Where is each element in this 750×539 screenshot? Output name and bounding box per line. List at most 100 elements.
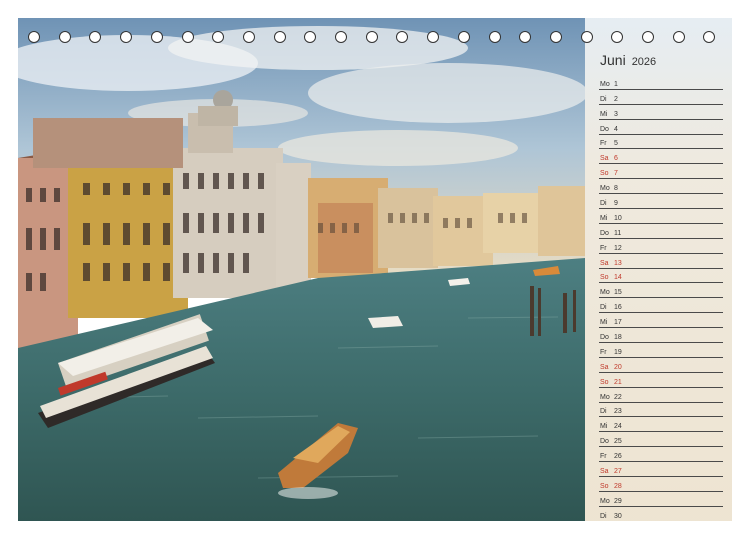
day-row: Di 16: [599, 298, 723, 314]
weekday-label: Mo: [600, 289, 610, 297]
weekday-label: Fr: [600, 244, 607, 252]
binding-ring: [150, 31, 163, 43]
weekday-label: So: [600, 170, 609, 178]
day-row: Fr 26: [599, 447, 723, 463]
day-number: 25: [614, 438, 622, 446]
weekday-label: Do: [600, 334, 609, 342]
year: 2026: [631, 56, 657, 68]
binding-ring: [58, 31, 71, 43]
day-row: Sa 13: [599, 254, 723, 269]
day-row: Di 30: [599, 507, 723, 521]
weekday-label: Mo: [600, 393, 610, 401]
day-number: 6: [614, 155, 618, 163]
binding-ring: [28, 31, 40, 43]
day-row: Do 4: [599, 120, 723, 135]
day-row: Fr 5: [599, 135, 723, 150]
weekday-label: So: [600, 274, 609, 282]
day-row: Do 25: [599, 432, 723, 448]
day-number: 27: [614, 468, 622, 476]
day-row: Sa 20: [599, 358, 723, 373]
day-number: 16: [614, 304, 622, 312]
day-row: Mo 8: [599, 179, 723, 195]
day-row: Fr 12: [599, 239, 723, 254]
day-number: 24: [614, 423, 622, 431]
weekday-label: Mo: [600, 80, 610, 88]
day-number: 19: [614, 348, 622, 356]
binding-ring: [611, 31, 624, 43]
day-number: 22: [614, 393, 622, 401]
binding-ring: [396, 31, 409, 43]
day-number: 26: [614, 453, 622, 461]
binding-ring: [242, 31, 255, 43]
binding-ring: [89, 31, 102, 43]
day-row: Mo 22: [599, 388, 723, 403]
day-number: 1: [614, 80, 618, 88]
day-number: 10: [614, 214, 622, 222]
day-row: So 14: [599, 269, 723, 284]
day-row: Di 2: [599, 90, 723, 105]
weekday-label: Mi: [600, 110, 608, 118]
day-row: Mi 10: [599, 209, 723, 224]
binding-ring: [457, 31, 470, 43]
binding-ring: [488, 31, 501, 43]
weekday-label: Mi: [600, 319, 608, 327]
day-number: 12: [614, 244, 622, 252]
binding-ring: [120, 31, 133, 43]
binding-ring: [580, 31, 593, 43]
binding-ring: [181, 31, 194, 43]
day-row: Di 9: [599, 194, 723, 210]
day-row: Sa 6: [599, 149, 723, 165]
weekday-label: Fr: [600, 453, 607, 461]
binding-ring: [672, 31, 685, 43]
weekday-label: Sa: [600, 155, 609, 163]
day-row: Fr 19: [599, 343, 723, 358]
month-name: Juni: [600, 52, 626, 68]
day-list: Mo 1 Di 2 Mi 3 Do 4 Fr 5 Sa 6 So 7 Mo 8 Di 9 Mi 10 Do 11 Fr 12 S…: [599, 75, 723, 521]
day-row: Mi 3: [599, 105, 723, 120]
day-number: 20: [614, 363, 622, 371]
weekday-label: Mi: [600, 423, 608, 431]
day-number: 7: [614, 170, 618, 178]
spiral-binding: [28, 31, 722, 49]
weekday-label: So: [600, 482, 609, 490]
binding-ring: [212, 31, 225, 43]
binding-ring: [365, 31, 378, 43]
day-row: Mo 15: [599, 283, 723, 299]
day-number: 4: [614, 125, 618, 133]
day-number: 17: [614, 319, 622, 327]
day-number: 28: [614, 482, 622, 490]
month-header: Juni 2026: [600, 52, 656, 68]
day-row: Mo 1: [599, 75, 723, 90]
day-number: 13: [614, 259, 622, 267]
weekday-label: Mo: [600, 185, 610, 193]
weekday-label: Fr: [600, 140, 607, 148]
day-number: 15: [614, 289, 622, 297]
weekday-label: Mo: [600, 497, 610, 505]
day-number: 23: [614, 408, 622, 416]
binding-ring: [703, 31, 716, 43]
day-number: 11: [614, 229, 622, 237]
weekday-label: Di: [600, 304, 607, 312]
venice-grand-canal-photo: [18, 18, 585, 521]
day-row: Do 18: [599, 328, 723, 344]
day-number: 2: [614, 95, 618, 103]
day-number: 29: [614, 497, 622, 505]
weekday-label: Fr: [600, 348, 607, 356]
day-number: 8: [614, 185, 618, 193]
day-row: Mi 17: [599, 313, 723, 329]
weekday-label: Di: [600, 512, 607, 520]
day-row: Do 11: [599, 224, 723, 239]
day-number: 30: [614, 512, 622, 520]
binding-ring: [519, 31, 532, 43]
weekday-label: Sa: [600, 363, 609, 371]
day-row: So 28: [599, 477, 723, 492]
day-number: 14: [614, 274, 622, 282]
binding-ring: [273, 31, 286, 43]
weekday-label: Sa: [600, 468, 609, 476]
weekday-label: Do: [600, 229, 609, 237]
weekday-label: Di: [600, 200, 607, 208]
weekday-label: Do: [600, 125, 609, 133]
day-number: 21: [614, 378, 622, 386]
day-row: So 21: [599, 373, 723, 388]
day-row: Mi 24: [599, 417, 723, 433]
